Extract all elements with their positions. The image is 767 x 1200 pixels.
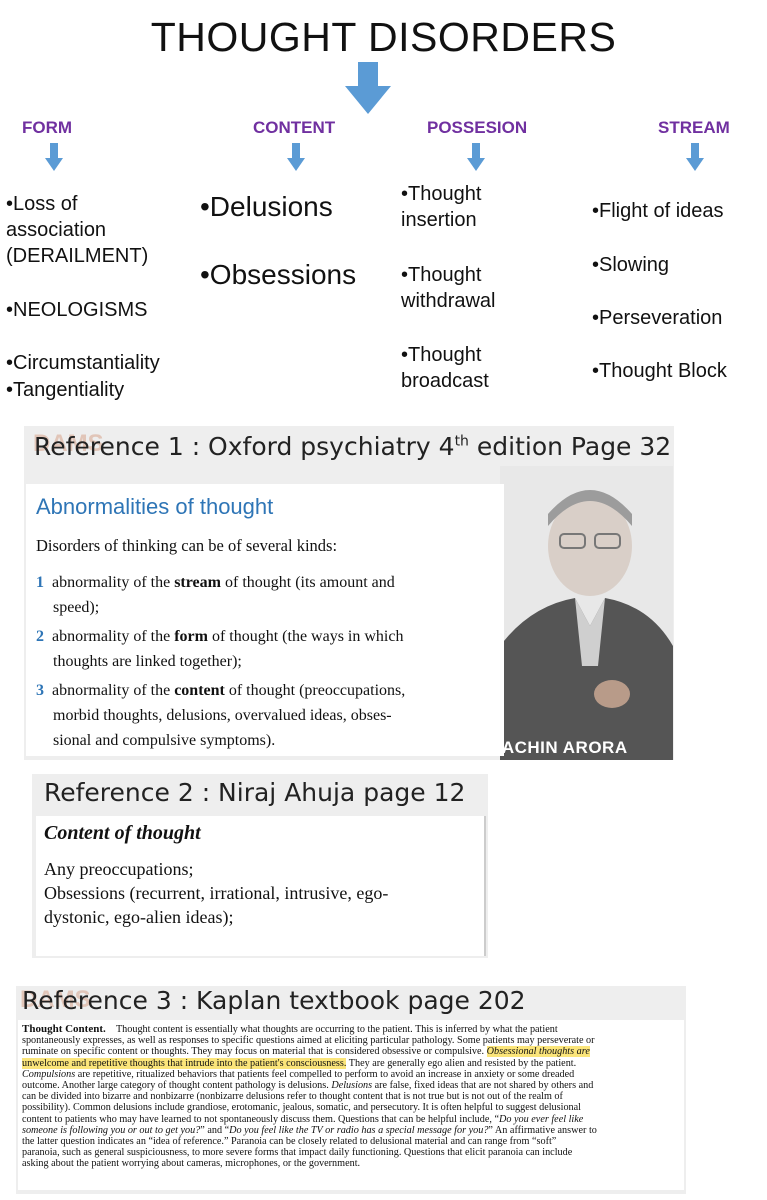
ahuja-section-title: Content of thought [44, 822, 201, 844]
form-item-neologisms: •NEOLOGISMS [6, 299, 148, 321]
oxford-item-2: 2 abnormality of the form of thought (th… [36, 628, 404, 670]
stream-item-thought-block: •Thought Block [592, 360, 727, 382]
page-title: THOUGHT DISORDERS [150, 14, 617, 60]
stream-item-perseveration: •Perseveration [592, 307, 723, 329]
ahuja-line-1: Any preoccupations; [44, 859, 194, 879]
presenter-silhouette-icon [500, 490, 673, 760]
possession-item-withdrawal: withdrawal [401, 290, 496, 312]
content-item-obsessions: •Obsessions [200, 259, 357, 290]
category-possession-label: POSSESION [427, 118, 528, 137]
category-content-label: CONTENT [253, 118, 336, 137]
oxford-item-1: 1 abnormality of the stream of thought (… [36, 574, 395, 616]
form-item-derailment: (DERAILMENT) [6, 245, 149, 267]
presenter-name: SACHIN ARORA [490, 738, 628, 757]
form-item-tangentiality: •Tangentiality [6, 379, 125, 401]
category-form-label: FORM [22, 118, 73, 137]
reference-2-heading: Reference 2 : Niraj Ahuja page 12 [44, 778, 466, 807]
possession-item-broadcast: broadcast [401, 370, 489, 392]
possession-item-insertion: insertion [401, 209, 477, 231]
possession-down-arrow-icon [467, 143, 485, 171]
form-down-arrow-icon [45, 143, 63, 171]
reference-1-heading: Reference 1 : Oxford psychiatry 4th edit… [34, 432, 672, 461]
content-item-delusions: •Delusions [200, 191, 333, 222]
presenter-photo [500, 466, 673, 760]
oxford-intro: Disorders of thinking can be of several … [36, 536, 338, 555]
oxford-section-title: Abnormalities of thought [36, 494, 274, 519]
form-item-loss-of: •Loss of [6, 193, 78, 215]
stream-item-flight-of-ideas: •Flight of ideas [592, 200, 724, 222]
form-item-association: association [6, 219, 107, 241]
possession-item-thought-2: •Thought [401, 264, 482, 286]
stream-down-arrow-icon [686, 143, 704, 171]
content-down-arrow-icon [287, 143, 305, 171]
possession-item-thought-1: •Thought [401, 183, 482, 205]
stream-item-slowing: •Slowing [592, 254, 670, 276]
reference-3-heading: Reference 3 : Kaplan textbook page 202 [22, 986, 526, 1015]
ahuja-line-2: Obsessions (recurrent, irrational, intru… [44, 883, 389, 903]
kaplan-text: Thought Content. Thought content is esse… [22, 1023, 597, 1170]
possession-item-thought-3: •Thought [401, 344, 482, 366]
form-item-circumstantiality: •Circumstantiality [6, 352, 160, 374]
oxford-item-3: 3 abnormality of the content of thought … [36, 682, 406, 749]
big-down-arrow-icon [345, 62, 391, 114]
category-stream-label: STREAM [658, 118, 730, 137]
ahuja-line-3: dystonic, ego-alien ideas); [44, 907, 234, 927]
